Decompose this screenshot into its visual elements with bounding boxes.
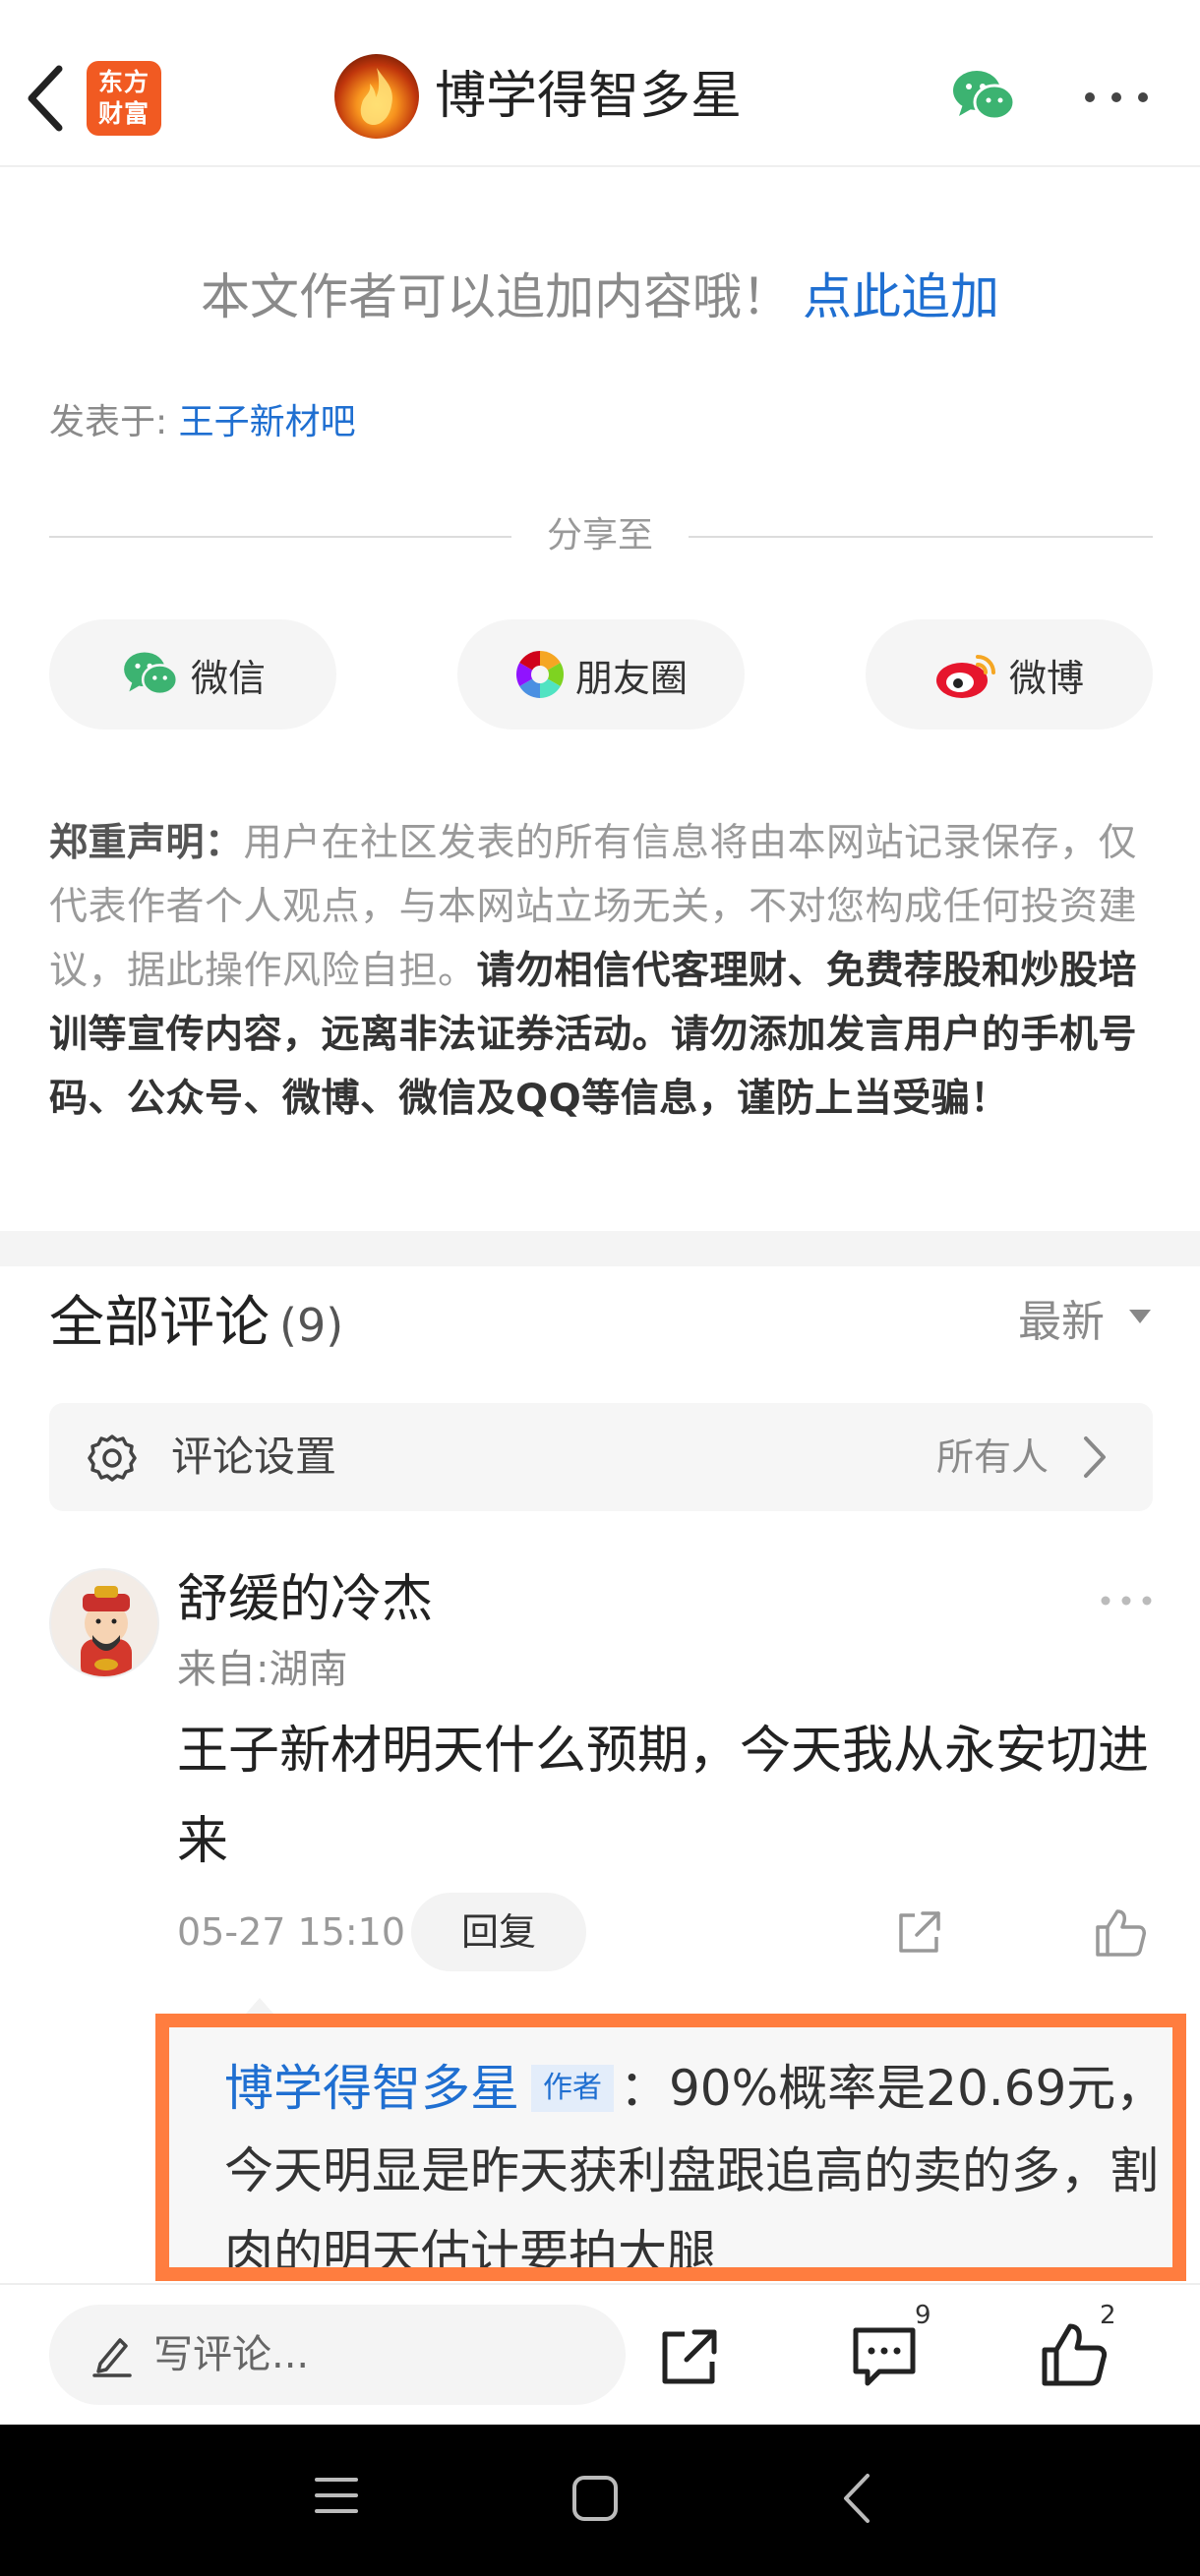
commenter-name[interactable]: 舒缓的冷杰 xyxy=(177,1563,433,1636)
append-content-notice: 本文作者可以追加内容哦！ 点此追加 xyxy=(0,258,1200,336)
share-weibo-button[interactable]: 微博 xyxy=(866,619,1153,730)
share-wechat-label: 微信 xyxy=(190,656,266,700)
caret-down-icon[interactable] xyxy=(1129,1310,1151,1323)
author-avatar[interactable] xyxy=(334,54,419,139)
comment-bubble-icon[interactable] xyxy=(850,2322,919,2391)
recent-apps-icon[interactable] xyxy=(313,2474,360,2517)
share-moments-label: 朋友圈 xyxy=(574,656,688,700)
more-options-icon[interactable] xyxy=(1100,1595,1153,1607)
forum-link[interactable]: 王子新材吧 xyxy=(179,402,356,442)
author-badge: 作者 xyxy=(531,2065,614,2112)
gear-icon xyxy=(88,1434,137,1482)
author-reply: 博学得智多星 作者 ：90%概率是20.69元，今天明显是昨天获利盘跟追高的卖的多，… xyxy=(155,2014,1186,2281)
commenter-location: 来自:湖南 xyxy=(177,1647,348,1692)
section-divider xyxy=(0,1231,1200,1266)
page-title: 博学得智多星 xyxy=(435,67,743,126)
reply-button[interactable]: 回复 xyxy=(411,1893,586,1971)
comments-title: 全部评论 xyxy=(49,1291,270,1355)
commenter-avatar[interactable] xyxy=(49,1568,159,1678)
share-icon[interactable] xyxy=(657,2324,722,2389)
comments-count: (9) xyxy=(279,1299,344,1352)
thumbs-up-icon[interactable] xyxy=(1094,1905,1147,1959)
share-weibo-label: 微博 xyxy=(1008,656,1084,700)
back-icon[interactable] xyxy=(838,2470,873,2527)
append-content-link[interactable]: 点此追加 xyxy=(803,268,999,325)
weibo-icon xyxy=(935,655,995,698)
author-reply-content: 博学得智多星 作者 ：90%概率是20.69元，今天明显是昨天获利盘跟追高的卖的多，… xyxy=(224,2047,1172,2267)
share-label: 分享至 xyxy=(546,515,653,556)
pen-icon xyxy=(92,2338,132,2377)
comment-settings-row[interactable]: 评论设置 所有人 xyxy=(49,1403,1153,1511)
comment-text: 王子新材明天什么预期，今天我从永安切进来 xyxy=(177,1722,1150,1871)
more-options-icon[interactable] xyxy=(1082,90,1151,104)
posted-in: 发表于: 王子新材吧 xyxy=(49,393,356,452)
comment-timestamp: 05-27 15:10 xyxy=(177,1910,406,1954)
top-navigation-bar: 东方 财富 博学得智多星 xyxy=(0,0,1200,167)
chevron-right-icon xyxy=(1084,1436,1106,1478)
sort-dropdown[interactable]: 最新 xyxy=(1018,1288,1105,1357)
reply-pointer xyxy=(246,1998,273,2014)
write-comment-placeholder: 写评论... xyxy=(153,2332,310,2377)
append-notice-text: 本文作者可以追加内容哦！ xyxy=(201,268,791,325)
share-icon[interactable] xyxy=(893,1907,944,1959)
comments-header: 全部评论 (9) xyxy=(49,1283,343,1366)
disclaimer-title: 郑重声明： xyxy=(49,821,244,865)
god-of-wealth-avatar-icon xyxy=(81,1586,132,1676)
back-arrow-icon[interactable] xyxy=(22,59,71,138)
reply-author-name[interactable]: 博学得智多星 xyxy=(224,2060,519,2117)
divider xyxy=(689,536,1153,538)
comment-count-badge: 9 xyxy=(915,2301,931,2330)
write-comment-input[interactable]: 写评论... xyxy=(49,2305,626,2405)
wechat-icon xyxy=(124,652,179,696)
moments-aperture-icon xyxy=(515,651,564,698)
flame-icon xyxy=(360,68,392,125)
share-moments-button[interactable]: 朋友圈 xyxy=(457,619,745,730)
logo-line-1: 东方 xyxy=(97,68,150,96)
thumbs-up-icon[interactable] xyxy=(1041,2320,1108,2389)
system-navigation-bar xyxy=(0,2425,1200,2576)
bottom-action-bar: 写评论... 9 2 xyxy=(0,2283,1200,2425)
wechat-share-icon[interactable] xyxy=(949,67,1018,126)
posted-in-label: 发表于: xyxy=(49,402,179,442)
app-logo[interactable]: 东方 财富 xyxy=(87,61,161,136)
comment-settings-label: 评论设置 xyxy=(171,1433,337,1481)
home-icon[interactable] xyxy=(570,2474,620,2523)
divider xyxy=(49,536,511,538)
logo-line-2: 财富 xyxy=(97,99,150,128)
like-count-badge: 2 xyxy=(1100,2301,1116,2330)
disclaimer: 郑重声明：用户在社区发表的所有信息将由本网站记录保存，仅代表作者个人观点，与本网… xyxy=(49,811,1156,1131)
share-wechat-button[interactable]: 微信 xyxy=(49,619,336,730)
comment-settings-value: 所有人 xyxy=(935,1435,1049,1479)
